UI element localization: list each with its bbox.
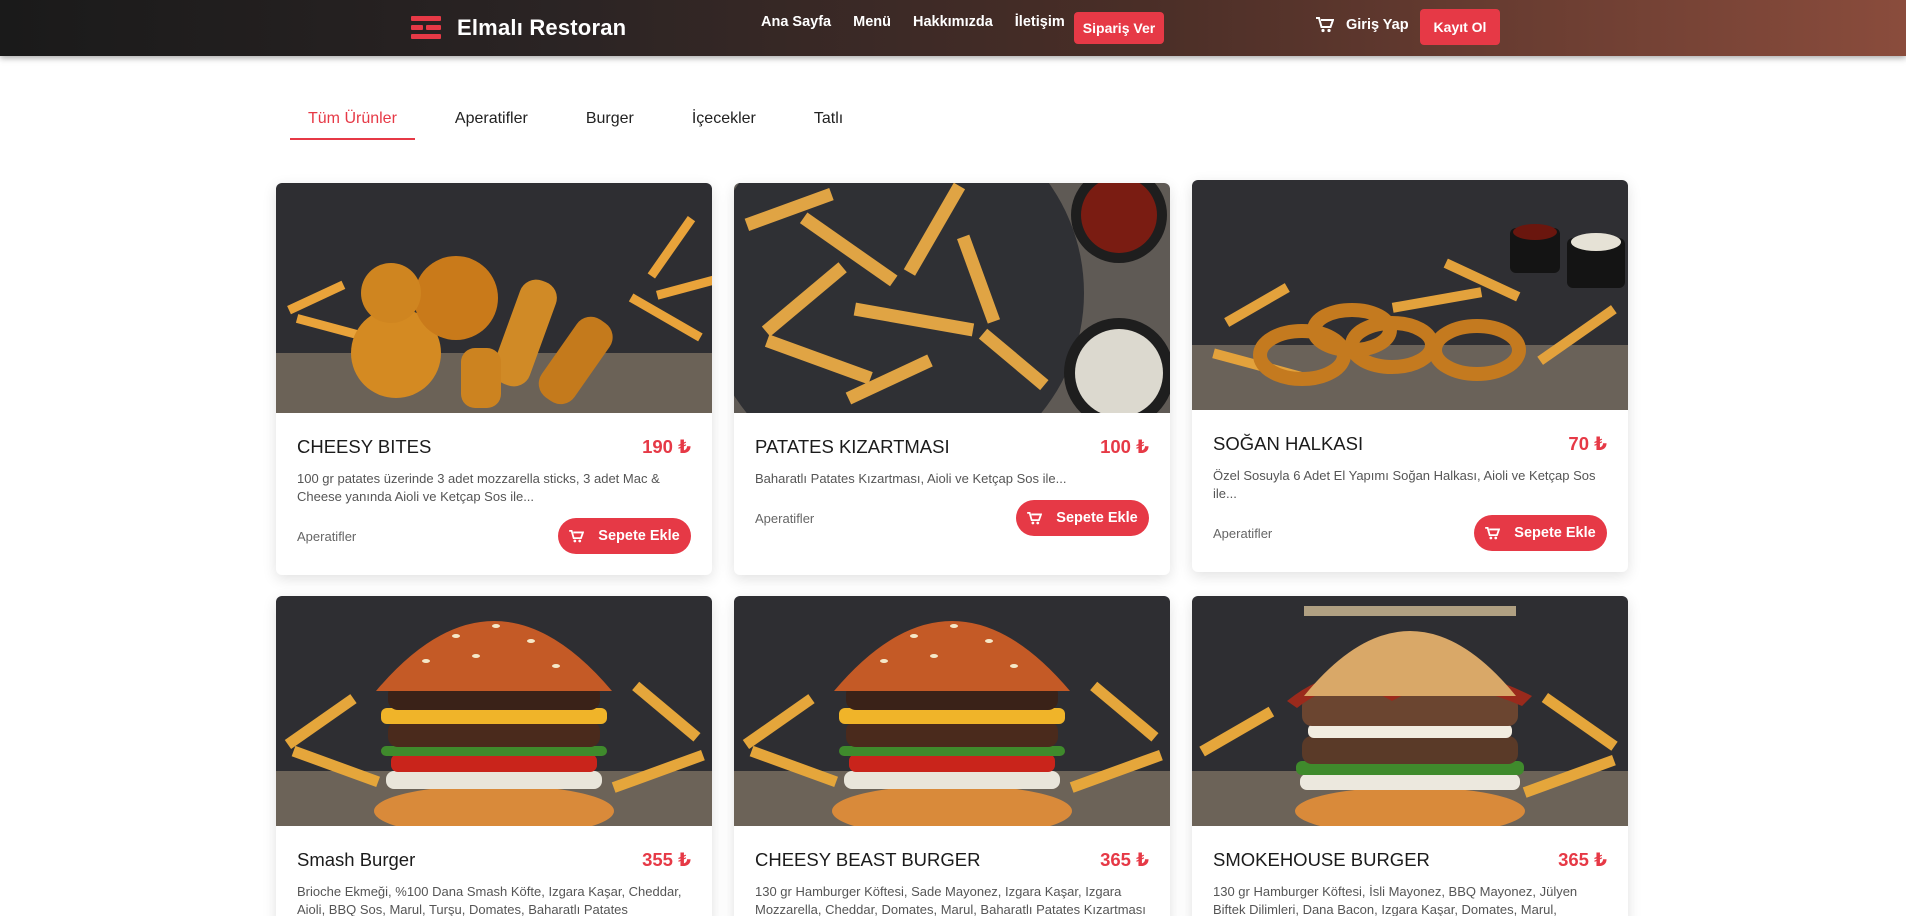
tab-dessert[interactable]: Tatlı: [796, 100, 861, 140]
product-title: CHEESY BITES: [297, 436, 432, 457]
order-button[interactable]: Sipariş Ver: [1074, 12, 1164, 44]
add-to-cart-label: Sepete Ekle: [1056, 510, 1138, 526]
add-to-cart-label: Sepete Ekle: [1514, 525, 1596, 541]
product-card: Smash Burger 355 ₺ Brioche Ekmeği, %100 …: [276, 596, 712, 916]
product-image: [1192, 180, 1628, 410]
login-link[interactable]: Giriş Yap: [1316, 17, 1409, 33]
product-category: Aperatifler: [1213, 525, 1273, 541]
add-to-cart-button[interactable]: Sepete Ekle: [558, 518, 691, 554]
product-price: 70 ₺: [1568, 433, 1607, 454]
tab-drinks[interactable]: İçecekler: [674, 100, 774, 140]
product-title: CHEESY BEAST BURGER: [755, 849, 981, 870]
product-card: SOĞAN HALKASI 70 ₺ Özel Sosuyla 6 Adet E…: [1192, 180, 1628, 572]
product-description: 130 gr Hamburger Köftesi, Sade Mayonez, …: [755, 884, 1146, 916]
add-to-cart-label: Sepete Ekle: [598, 528, 680, 544]
nav-link-menu[interactable]: Menü: [853, 14, 891, 30]
product-price: 365 ₺: [1558, 849, 1607, 870]
product-card: CHEESY BITES 190 ₺ 100 gr patates üzerin…: [276, 183, 712, 575]
product-card: PATATES KIZARTMASI 100 ₺ Baharatlı Patat…: [734, 183, 1170, 575]
nav-link-home[interactable]: Ana Sayfa: [761, 14, 831, 30]
product-title: SOĞAN HALKASI: [1213, 433, 1364, 454]
cart-icon: [569, 529, 585, 542]
product-image: [734, 596, 1170, 826]
product-price: 365 ₺: [1100, 849, 1149, 870]
product-price: 100 ₺: [1100, 436, 1149, 457]
category-tabs: Tüm Ürünler Aperatifler Burger İçecekler…: [290, 100, 883, 140]
signup-button[interactable]: Kayıt Ol: [1420, 9, 1500, 45]
product-description: Brioche Ekmeği, %100 Dana Smash Köfte, I…: [297, 884, 682, 916]
product-image: [1192, 596, 1628, 826]
tab-burger[interactable]: Burger: [568, 100, 652, 140]
tab-all-products[interactable]: Tüm Ürünler: [290, 100, 415, 140]
product-image: [276, 183, 712, 413]
product-price: 190 ₺: [642, 436, 691, 457]
product-image: [276, 596, 712, 826]
product-description: Baharatlı Patates Kızartması, Aioli ve K…: [755, 471, 1067, 486]
cart-icon: [1027, 511, 1043, 524]
add-to-cart-button[interactable]: Sepete Ekle: [1474, 515, 1607, 551]
product-title: SMOKEHOUSE BURGER: [1213, 849, 1430, 870]
product-description: 130 gr Hamburger Köftesi, İsli Mayonez, …: [1213, 884, 1578, 916]
brand-title: Elmalı Restoran: [457, 15, 627, 40]
product-description: Özel Sosuyla 6 Adet El Yapımı Soğan Halk…: [1213, 468, 1596, 501]
product-description: 100 gr patates üzerinde 3 adet mozzarell…: [297, 471, 660, 504]
product-category: Aperatifler: [297, 528, 357, 544]
product-category: Aperatifler: [755, 510, 815, 526]
product-image: [734, 183, 1170, 413]
main-nav: Ana Sayfa Menü Hakkımızda İletişim: [761, 14, 1087, 30]
add-to-cart-button[interactable]: Sepete Ekle: [1016, 500, 1149, 536]
product-price: 355 ₺: [642, 849, 691, 870]
brand[interactable]: Elmalı Restoran: [411, 13, 626, 43]
menu-logo-icon: [411, 16, 441, 40]
cart-icon: [1485, 526, 1501, 539]
nav-link-about[interactable]: Hakkımızda: [913, 14, 993, 30]
product-title: PATATES KIZARTMASI: [755, 436, 950, 457]
product-title: Smash Burger: [297, 849, 416, 870]
nav-link-contact[interactable]: İletişim: [1015, 14, 1065, 30]
cart-icon: [1316, 17, 1334, 33]
product-card: CHEESY BEAST BURGER 365 ₺ 130 gr Hamburg…: [734, 596, 1170, 916]
product-card: SMOKEHOUSE BURGER 365 ₺ 130 gr Hamburger…: [1192, 596, 1628, 916]
login-label: Giriş Yap: [1346, 17, 1409, 33]
navbar: Elmalı Restoran Ana Sayfa Menü Hakkımızd…: [0, 0, 1906, 56]
tab-appetizers[interactable]: Aperatifler: [437, 100, 546, 140]
